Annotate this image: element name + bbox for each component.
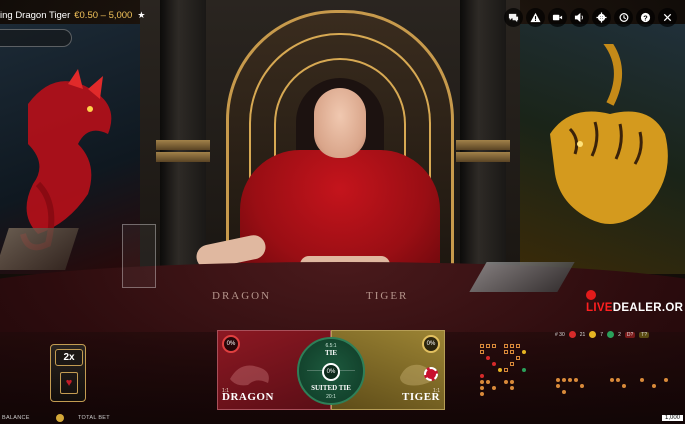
tie-label: TIE [324,349,338,357]
warning-icon[interactable] [526,8,545,27]
dragon-wins-count: 21 [579,331,586,338]
derived-road[interactable] [556,378,606,394]
game-title: ing Dragon Tiger [0,9,71,21]
tiger-illustration [550,44,668,224]
bet-limits[interactable]: €0.50 – 5,000 [74,10,132,21]
game-title-bar: ing Dragon Tiger €0.50 – 5,000 ★ [0,6,145,24]
coin-icon [56,414,64,422]
favorite-star-icon[interactable]: ★ [137,10,145,21]
tiger-wins-count: 7 [600,331,604,338]
table-word-tiger: TIGER [366,290,409,302]
tie-bet-percent: 0% [322,363,340,381]
settings-icon[interactable] [592,8,611,27]
pillar-left [156,0,210,270]
pillar-right [456,0,510,270]
table-word-dragon: DRAGON [212,290,272,302]
watermark-dot-icon [586,290,596,300]
suited-tie-label[interactable]: SUITED TIE [299,384,363,392]
info-pill[interactable] [0,29,72,47]
small-road[interactable] [610,378,680,394]
lightning-multiplier-card: 2x ♥ [50,344,86,402]
balance-label: BALANCE [2,415,30,421]
tiger-wins-dot-icon [589,331,597,338]
footer-bar: BALANCE TOTAL BET 1,000 [0,413,685,424]
bead-road[interactable] [480,344,530,380]
tie-dot-icon [607,331,615,338]
toolbar-icons: ? [504,8,677,27]
heart-suit-icon: ♥ [60,372,78,394]
watermark-logo: LIVEDEALER.OR [586,290,685,314]
tiger-predict-button[interactable]: T? [639,331,650,338]
card-shoe-right [469,262,575,292]
close-icon[interactable] [658,8,677,27]
svg-text:?: ? [643,13,648,22]
bet-spot-tie[interactable]: 6.5:1 TIE 0% SUITED TIE 20:1 [297,337,365,405]
multiplier-value: 2x [55,349,83,366]
dragon-predict-button[interactable]: D? [624,331,636,338]
selected-chip[interactable] [424,367,438,381]
big-road[interactable] [480,380,560,398]
ties-count: 2 [618,331,621,338]
suited-tie-odds: 20:1 [326,394,336,400]
dealer-face [314,88,366,158]
round-statistics: # 30 21 7 2 D? T? [555,331,650,338]
volume-icon[interactable] [570,8,589,27]
dragon-bet-label: DRAGON [222,391,274,403]
dragon-bet-percent: 0% [222,335,240,353]
meter-readout: 1,000 [661,415,683,421]
dragon-wins-dot-icon [568,331,576,338]
chat-icon[interactable] [504,8,523,27]
video-icon[interactable] [548,8,567,27]
tiger-artwork-panel [520,24,685,274]
help-icon[interactable]: ? [636,8,655,27]
dragon-emblem-icon [230,365,269,386]
tiger-bet-percent: 0% [422,335,440,353]
card-shoe-left [0,228,79,270]
total-bet-label: TOTAL BET [78,415,110,421]
rounds-count: # 30 [555,331,565,338]
history-icon[interactable] [614,8,633,27]
discard-box [122,224,156,288]
tiger-bet-label: TIGER [402,391,440,403]
